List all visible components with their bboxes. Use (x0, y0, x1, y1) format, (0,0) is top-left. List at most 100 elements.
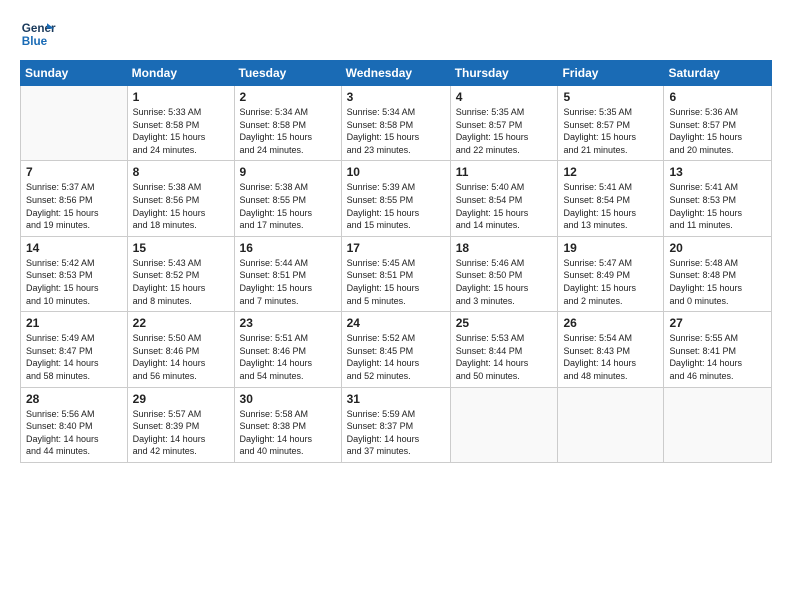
calendar-cell: 2Sunrise: 5:34 AM Sunset: 8:58 PM Daylig… (234, 86, 341, 161)
day-number: 3 (347, 90, 445, 104)
calendar-cell (664, 387, 772, 462)
calendar-cell: 24 Sunrise: 5:52 AM Sunset: 8:45 PM Dayli… (341, 312, 450, 387)
day-number: 26 (563, 316, 658, 330)
day-info: Sunrise: 5:41 AM Sunset: 8:53 PM Dayligh… (669, 181, 766, 231)
weekday-header-monday: Monday (127, 61, 234, 86)
day-number: 21 (26, 316, 122, 330)
day-info: Sunrise: 5:35 AM Sunset: 8:57 PM Dayligh… (563, 106, 658, 156)
day-number: 5 (563, 90, 658, 104)
day-info: Sunrise: 5:51 AM Sunset: 8:46 PM Dayligh… (240, 332, 336, 382)
day-number: 22 (133, 316, 229, 330)
day-number: 11 (456, 165, 553, 179)
calendar-cell: 26 Sunrise: 5:54 AM Sunset: 8:43 PM Dayli… (558, 312, 664, 387)
day-number: 30 (240, 392, 336, 406)
calendar-cell: 20Sunrise: 5:48 AM Sunset: 8:48 PM Dayli… (664, 236, 772, 311)
logo: General Blue (20, 16, 58, 52)
calendar-cell: 29 Sunrise: 5:57 AM Sunset: 8:39 PM Dayli… (127, 387, 234, 462)
day-info: Sunrise: 5:38 AM Sunset: 8:56 PM Dayligh… (133, 181, 229, 231)
calendar-cell: 5 Sunrise: 5:35 AM Sunset: 8:57 PM Daylig… (558, 86, 664, 161)
day-info: Sunrise: 5:39 AM Sunset: 8:55 PM Dayligh… (347, 181, 445, 231)
day-info: Sunrise: 5:52 AM Sunset: 8:45 PM Dayligh… (347, 332, 445, 382)
day-info: Sunrise: 5:37 AM Sunset: 8:56 PM Dayligh… (26, 181, 122, 231)
day-info: Sunrise: 5:57 AM Sunset: 8:39 PM Dayligh… (133, 408, 229, 458)
calendar-week-row: 28Sunrise: 5:56 AM Sunset: 8:40 PM Dayli… (21, 387, 772, 462)
day-number: 4 (456, 90, 553, 104)
day-number: 18 (456, 241, 553, 255)
calendar-cell (450, 387, 558, 462)
day-info: Sunrise: 5:35 AM Sunset: 8:57 PM Dayligh… (456, 106, 553, 156)
day-number: 13 (669, 165, 766, 179)
day-info: Sunrise: 5:47 AM Sunset: 8:49 PM Dayligh… (563, 257, 658, 307)
calendar-cell: 14 Sunrise: 5:42 AM Sunset: 8:53 PM Dayli… (21, 236, 128, 311)
day-number: 12 (563, 165, 658, 179)
calendar-cell: 16 Sunrise: 5:44 AM Sunset: 8:51 PM Dayli… (234, 236, 341, 311)
calendar-cell: 4 Sunrise: 5:35 AM Sunset: 8:57 PM Daylig… (450, 86, 558, 161)
calendar-cell: 21 Sunrise: 5:49 AM Sunset: 8:47 PM Dayli… (21, 312, 128, 387)
day-info: Sunrise: 5:34 AM Sunset: 8:58 PM Dayligh… (347, 106, 445, 156)
day-number: 23 (240, 316, 336, 330)
day-number: 19 (563, 241, 658, 255)
day-info: Sunrise: 5:54 AM Sunset: 8:43 PM Dayligh… (563, 332, 658, 382)
calendar-cell: 18 Sunrise: 5:46 AM Sunset: 8:50 PM Dayli… (450, 236, 558, 311)
day-number: 9 (240, 165, 336, 179)
svg-text:Blue: Blue (22, 35, 48, 48)
day-number: 29 (133, 392, 229, 406)
calendar-cell: 25Sunrise: 5:53 AM Sunset: 8:44 PM Dayli… (450, 312, 558, 387)
calendar-table: SundayMondayTuesdayWednesdayThursdayFrid… (20, 60, 772, 463)
calendar-cell: 17 Sunrise: 5:45 AM Sunset: 8:51 PM Dayli… (341, 236, 450, 311)
day-number: 31 (347, 392, 445, 406)
day-info: Sunrise: 5:36 AM Sunset: 8:57 PM Dayligh… (669, 106, 766, 156)
weekday-header-thursday: Thursday (450, 61, 558, 86)
calendar-cell: 15Sunrise: 5:43 AM Sunset: 8:52 PM Dayli… (127, 236, 234, 311)
day-info: Sunrise: 5:45 AM Sunset: 8:51 PM Dayligh… (347, 257, 445, 307)
calendar-cell: 19 Sunrise: 5:47 AM Sunset: 8:49 PM Dayli… (558, 236, 664, 311)
calendar-cell: 22 Sunrise: 5:50 AM Sunset: 8:46 PM Dayli… (127, 312, 234, 387)
calendar-week-row: 1Sunrise: 5:33 AM Sunset: 8:58 PM Daylig… (21, 86, 772, 161)
day-info: Sunrise: 5:49 AM Sunset: 8:47 PM Dayligh… (26, 332, 122, 382)
day-info: Sunrise: 5:38 AM Sunset: 8:55 PM Dayligh… (240, 181, 336, 231)
day-info: Sunrise: 5:55 AM Sunset: 8:41 PM Dayligh… (669, 332, 766, 382)
weekday-header-sunday: Sunday (21, 61, 128, 86)
calendar-cell: 10 Sunrise: 5:39 AM Sunset: 8:55 PM Dayli… (341, 161, 450, 236)
calendar-cell: 6 Sunrise: 5:36 AM Sunset: 8:57 PM Daylig… (664, 86, 772, 161)
day-number: 6 (669, 90, 766, 104)
day-number: 27 (669, 316, 766, 330)
calendar-cell: 1Sunrise: 5:33 AM Sunset: 8:58 PM Daylig… (127, 86, 234, 161)
day-number: 25 (456, 316, 553, 330)
day-info: Sunrise: 5:34 AM Sunset: 8:58 PM Dayligh… (240, 106, 336, 156)
day-info: Sunrise: 5:42 AM Sunset: 8:53 PM Dayligh… (26, 257, 122, 307)
calendar-cell: 13 Sunrise: 5:41 AM Sunset: 8:53 PM Dayli… (664, 161, 772, 236)
day-info: Sunrise: 5:58 AM Sunset: 8:38 PM Dayligh… (240, 408, 336, 458)
calendar-cell (558, 387, 664, 462)
page: General Blue SundayMondayTuesdayWednesda… (0, 0, 792, 612)
calendar-cell: 9 Sunrise: 5:38 AM Sunset: 8:55 PM Daylig… (234, 161, 341, 236)
calendar-week-row: 21 Sunrise: 5:49 AM Sunset: 8:47 PM Dayli… (21, 312, 772, 387)
day-number: 20 (669, 241, 766, 255)
calendar-cell: 28Sunrise: 5:56 AM Sunset: 8:40 PM Dayli… (21, 387, 128, 462)
day-info: Sunrise: 5:59 AM Sunset: 8:37 PM Dayligh… (347, 408, 445, 458)
day-number: 16 (240, 241, 336, 255)
day-number: 10 (347, 165, 445, 179)
weekday-header-friday: Friday (558, 61, 664, 86)
day-info: Sunrise: 5:46 AM Sunset: 8:50 PM Dayligh… (456, 257, 553, 307)
weekday-header-tuesday: Tuesday (234, 61, 341, 86)
day-info: Sunrise: 5:44 AM Sunset: 8:51 PM Dayligh… (240, 257, 336, 307)
calendar-cell: 31 Sunrise: 5:59 AM Sunset: 8:37 PM Dayli… (341, 387, 450, 462)
calendar-cell: 12Sunrise: 5:41 AM Sunset: 8:54 PM Dayli… (558, 161, 664, 236)
day-number: 14 (26, 241, 122, 255)
day-number: 7 (26, 165, 122, 179)
day-number: 1 (133, 90, 229, 104)
logo-icon: General Blue (20, 16, 56, 52)
calendar-cell: 11 Sunrise: 5:40 AM Sunset: 8:54 PM Dayli… (450, 161, 558, 236)
day-number: 15 (133, 241, 229, 255)
header: General Blue (20, 16, 772, 52)
day-number: 24 (347, 316, 445, 330)
calendar-cell (21, 86, 128, 161)
calendar-week-row: 14 Sunrise: 5:42 AM Sunset: 8:53 PM Dayli… (21, 236, 772, 311)
calendar-cell: 30 Sunrise: 5:58 AM Sunset: 8:38 PM Dayli… (234, 387, 341, 462)
calendar-cell: 8Sunrise: 5:38 AM Sunset: 8:56 PM Daylig… (127, 161, 234, 236)
day-info: Sunrise: 5:50 AM Sunset: 8:46 PM Dayligh… (133, 332, 229, 382)
day-number: 17 (347, 241, 445, 255)
weekday-header-row: SundayMondayTuesdayWednesdayThursdayFrid… (21, 61, 772, 86)
day-info: Sunrise: 5:40 AM Sunset: 8:54 PM Dayligh… (456, 181, 553, 231)
